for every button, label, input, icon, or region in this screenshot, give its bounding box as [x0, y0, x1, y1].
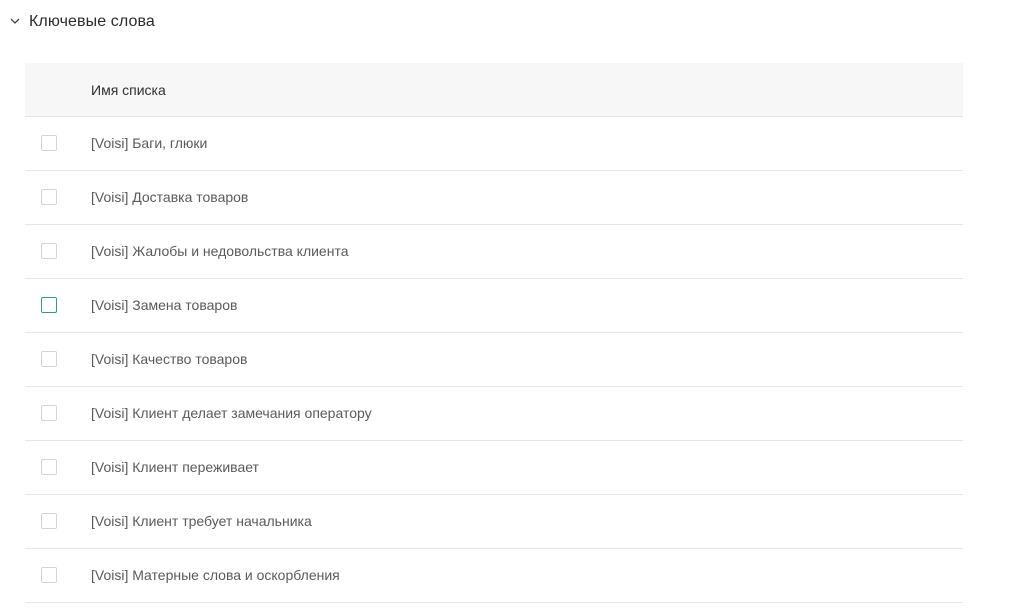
column-header-list-name: Имя списка	[91, 82, 166, 98]
list-name-cell: [Voisi] Доставка товаров	[91, 189, 249, 205]
row-checkbox[interactable]	[41, 189, 57, 205]
table-row[interactable]: [Voisi] Клиент делает замечания оператор…	[25, 387, 963, 441]
row-checkbox[interactable]	[41, 243, 57, 259]
list-name-cell: [Voisi] Жалобы и недовольства клиента	[91, 243, 349, 259]
table-row[interactable]: [Voisi] Жалобы и недовольства клиента	[25, 225, 963, 279]
table-body: [Voisi] Баги, глюки [Voisi] Доставка това…	[25, 117, 963, 603]
table-row[interactable]: [Voisi] Матерные слова и оскорбления	[25, 549, 963, 603]
list-name-cell: [Voisi] Баги, глюки	[91, 135, 208, 151]
section-title: Ключевые слова	[29, 13, 155, 30]
row-checkbox[interactable]	[41, 297, 57, 313]
keyword-lists-table: Имя списка [Voisi] Баги, глюки [Voisi] До…	[25, 63, 963, 603]
table-row[interactable]: [Voisi] Клиент переживает	[25, 441, 963, 495]
table-row[interactable]: [Voisi] Замена товаров	[25, 279, 963, 333]
table-row[interactable]: [Voisi] Баги, глюки	[25, 117, 963, 171]
chevron-down-icon[interactable]	[9, 15, 21, 27]
table-header: Имя списка	[25, 63, 963, 117]
row-checkbox[interactable]	[41, 459, 57, 475]
row-checkbox[interactable]	[41, 405, 57, 421]
list-name-cell: [Voisi] Клиент делает замечания оператор…	[91, 405, 372, 421]
row-checkbox[interactable]	[41, 135, 57, 151]
list-name-cell: [Voisi] Замена товаров	[91, 297, 238, 313]
row-checkbox[interactable]	[41, 567, 57, 583]
row-checkbox[interactable]	[41, 351, 57, 367]
table-row[interactable]: [Voisi] Доставка товаров	[25, 171, 963, 225]
row-checkbox[interactable]	[41, 513, 57, 529]
list-name-cell: [Voisi] Клиент требует начальника	[91, 513, 312, 529]
table-row[interactable]: [Voisi] Клиент требует начальника	[25, 495, 963, 549]
list-name-cell: [Voisi] Клиент переживает	[91, 459, 259, 475]
table-row[interactable]: [Voisi] Качество товаров	[25, 333, 963, 387]
list-name-cell: [Voisi] Матерные слова и оскорбления	[91, 567, 340, 583]
list-name-cell: [Voisi] Качество товаров	[91, 351, 248, 367]
